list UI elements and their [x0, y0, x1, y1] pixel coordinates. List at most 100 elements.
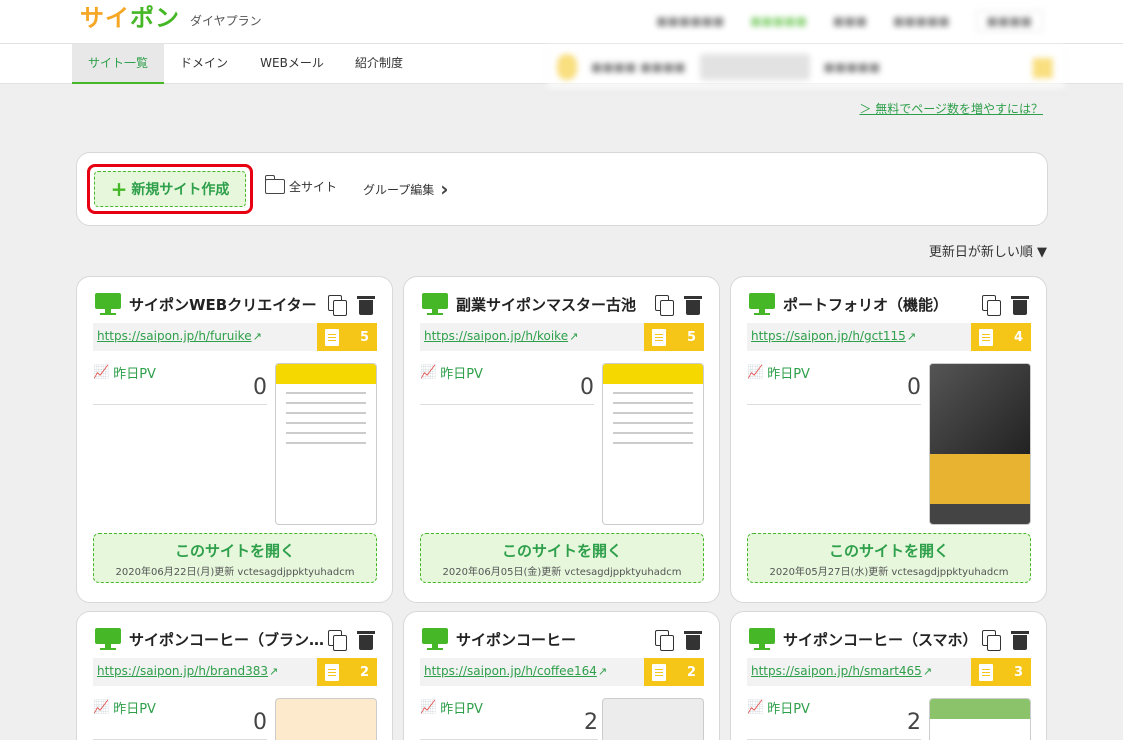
chevron-right-icon: › — [440, 177, 449, 201]
logo-wordmark: サイポン — [80, 4, 180, 32]
site-card: サイポンWEBクリエイター https://saipon.jp/h/furuik… — [76, 276, 393, 603]
yesterday-pv-value: 0 — [420, 375, 594, 405]
site-toolbar: + 新規サイト作成 全サイト グループ編集 › — [76, 152, 1048, 226]
site-url-link[interactable]: https://saipon.jp/h/brand383↗ — [97, 664, 278, 678]
site-thumbnail[interactable] — [275, 698, 377, 740]
site-url-link[interactable]: https://saipon.jp/h/koike↗ — [424, 329, 578, 343]
site-card: サイポンコーヒー（ブランド） https://saipon.jp/h/brand… — [76, 611, 393, 740]
site-card: サイポンコーヒー https://saipon.jp/h/coffee164↗ … — [403, 611, 720, 740]
document-icon — [652, 328, 666, 346]
site-title[interactable]: サイポンコーヒー（ブランド） — [95, 628, 325, 650]
site-title[interactable]: サイポンWEBクリエイター — [95, 293, 325, 315]
new-site-button[interactable]: + 新規サイト作成 — [94, 171, 246, 207]
trash-icon[interactable] — [356, 630, 376, 650]
copy-icon[interactable] — [328, 295, 348, 316]
page-count-badge: 5 — [317, 323, 377, 351]
yesterday-pv-value: 0 — [93, 710, 267, 740]
external-link-icon: ↗ — [597, 665, 608, 678]
site-url-link[interactable]: https://saipon.jp/h/gct115↗ — [751, 329, 916, 343]
monitor-icon — [749, 293, 775, 315]
url-row: https://saipon.jp/h/furuike↗ 5 — [93, 323, 377, 351]
all-sites-label: 全サイト — [289, 180, 338, 194]
url-row: https://saipon.jp/h/coffee164↗ 2 — [420, 658, 704, 686]
blurred-header-item: ■■■■■ — [750, 14, 807, 28]
site-thumbnail[interactable] — [929, 363, 1031, 525]
copy-icon[interactable] — [328, 630, 348, 651]
page-count-badge: 2 — [644, 658, 704, 686]
open-site-label: このサイトを開く — [501, 542, 622, 560]
document-icon — [979, 663, 993, 681]
site-title[interactable]: ポートフォリオ（機能） — [749, 293, 979, 315]
document-icon — [652, 663, 666, 681]
site-title[interactable]: サイポンコーヒー（スマホ） — [749, 628, 979, 650]
blurred-popup-number: ■ — [1030, 52, 1055, 82]
site-thumbnail[interactable] — [602, 363, 704, 525]
all-sites-filter[interactable]: 全サイト — [264, 175, 338, 195]
external-link-icon: ↗ — [252, 330, 262, 343]
site-url-link[interactable]: https://saipon.jp/h/smart465↗ — [751, 664, 932, 678]
site-card: 副業サイポンマスター古池 https://saipon.jp/h/koike↗ … — [403, 276, 720, 603]
trash-icon[interactable] — [683, 295, 703, 315]
page-count-badge: 2 — [317, 658, 377, 686]
open-site-button[interactable]: このサイトを開く 2020年06月22日(月)更新 vctesagdjppkty… — [93, 533, 377, 583]
trash-icon[interactable] — [683, 630, 703, 650]
copy-icon[interactable] — [982, 295, 1002, 316]
free-pages-link[interactable]: ＞ 無料でページ数を増やすには？ — [859, 100, 1043, 117]
yesterday-pv-value: 2 — [747, 710, 921, 740]
site-thumbnail[interactable] — [929, 698, 1031, 740]
page-count: 5 — [686, 329, 696, 345]
folder-icon — [264, 175, 285, 194]
blurred-popup-text: ■■■■■ — [823, 60, 881, 74]
site-thumbnail[interactable] — [275, 363, 377, 525]
new-site-label: 新規サイト作成 — [131, 182, 230, 198]
blurred-popup-button — [699, 54, 810, 80]
external-link-icon: ↗ — [569, 330, 579, 343]
external-link-icon: ↗ — [269, 665, 279, 678]
monitor-icon — [95, 293, 121, 315]
site-title[interactable]: 副業サイポンマスター古池 — [422, 293, 652, 315]
document-icon — [325, 328, 339, 346]
nav-tab-webmail[interactable]: WEBメール — [248, 44, 336, 84]
blurred-info-popup: ■■■■ ■■■■ ■■■■■ ■ — [547, 44, 1065, 90]
monitor-icon — [749, 628, 775, 650]
nav-tab-referral[interactable]: 紹介制度 — [344, 44, 414, 84]
open-site-button[interactable]: このサイトを開く 2020年06月05日(金)更新 vctesagdjppkty… — [420, 533, 704, 583]
copy-icon[interactable] — [655, 630, 675, 651]
saipon-logo[interactable]: サイポン ダイヤプラン — [80, 4, 262, 32]
trash-icon[interactable] — [1010, 630, 1030, 650]
url-row: https://saipon.jp/h/koike↗ 5 — [420, 323, 704, 351]
document-icon — [979, 328, 993, 346]
page-count: 2 — [686, 664, 696, 680]
nav-tab-domain[interactable]: ドメイン — [168, 44, 240, 84]
group-edit-button[interactable]: グループ編集 › — [363, 177, 449, 201]
page-count: 5 — [359, 329, 369, 345]
open-site-button[interactable]: このサイトを開く 2020年05月27日(水)更新 vctesagdjppkty… — [747, 533, 1031, 583]
url-row: https://saipon.jp/h/smart465↗ 3 — [747, 658, 1031, 686]
page-count: 3 — [1013, 664, 1023, 680]
copy-icon[interactable] — [982, 630, 1002, 651]
trash-icon[interactable] — [356, 295, 376, 315]
sort-dropdown[interactable]: 更新日が新しい順 ▼ — [929, 241, 1047, 260]
site-url-link[interactable]: https://saipon.jp/h/coffee164↗ — [424, 664, 607, 678]
blurred-popup-text: ■■■■ ■■■■ — [591, 60, 686, 74]
site-title[interactable]: サイポンコーヒー — [422, 628, 652, 650]
plan-label: ダイヤプラン — [190, 13, 262, 28]
blurred-header-item: ■■■■■ — [892, 14, 950, 28]
page-count: 2 — [359, 664, 369, 680]
page-count: 4 — [1013, 329, 1023, 345]
site-title-text: サイポンコーヒー（ブランド） — [129, 630, 325, 649]
group-edit-label: グループ編集 — [363, 182, 435, 197]
copy-icon[interactable] — [655, 295, 675, 316]
trash-icon[interactable] — [1010, 295, 1030, 315]
plus-icon: + — [110, 177, 128, 201]
site-thumbnail[interactable] — [602, 698, 704, 740]
open-site-label: このサイトを開く — [828, 542, 949, 560]
blurred-header-item: ■■■ — [832, 14, 867, 28]
url-row: https://saipon.jp/h/brand383↗ 2 — [93, 658, 377, 686]
bulb-icon — [557, 54, 577, 80]
nav-tab-site-list[interactable]: サイト一覧 — [72, 44, 164, 84]
new-site-highlight: + 新規サイト作成 — [87, 164, 253, 214]
site-url-link[interactable]: https://saipon.jp/h/furuike↗ — [97, 329, 262, 343]
site-title-text: サイポンコーヒー（スマホ） — [783, 630, 978, 649]
site-card: ポートフォリオ（機能） https://saipon.jp/h/gct115↗ … — [730, 276, 1047, 603]
